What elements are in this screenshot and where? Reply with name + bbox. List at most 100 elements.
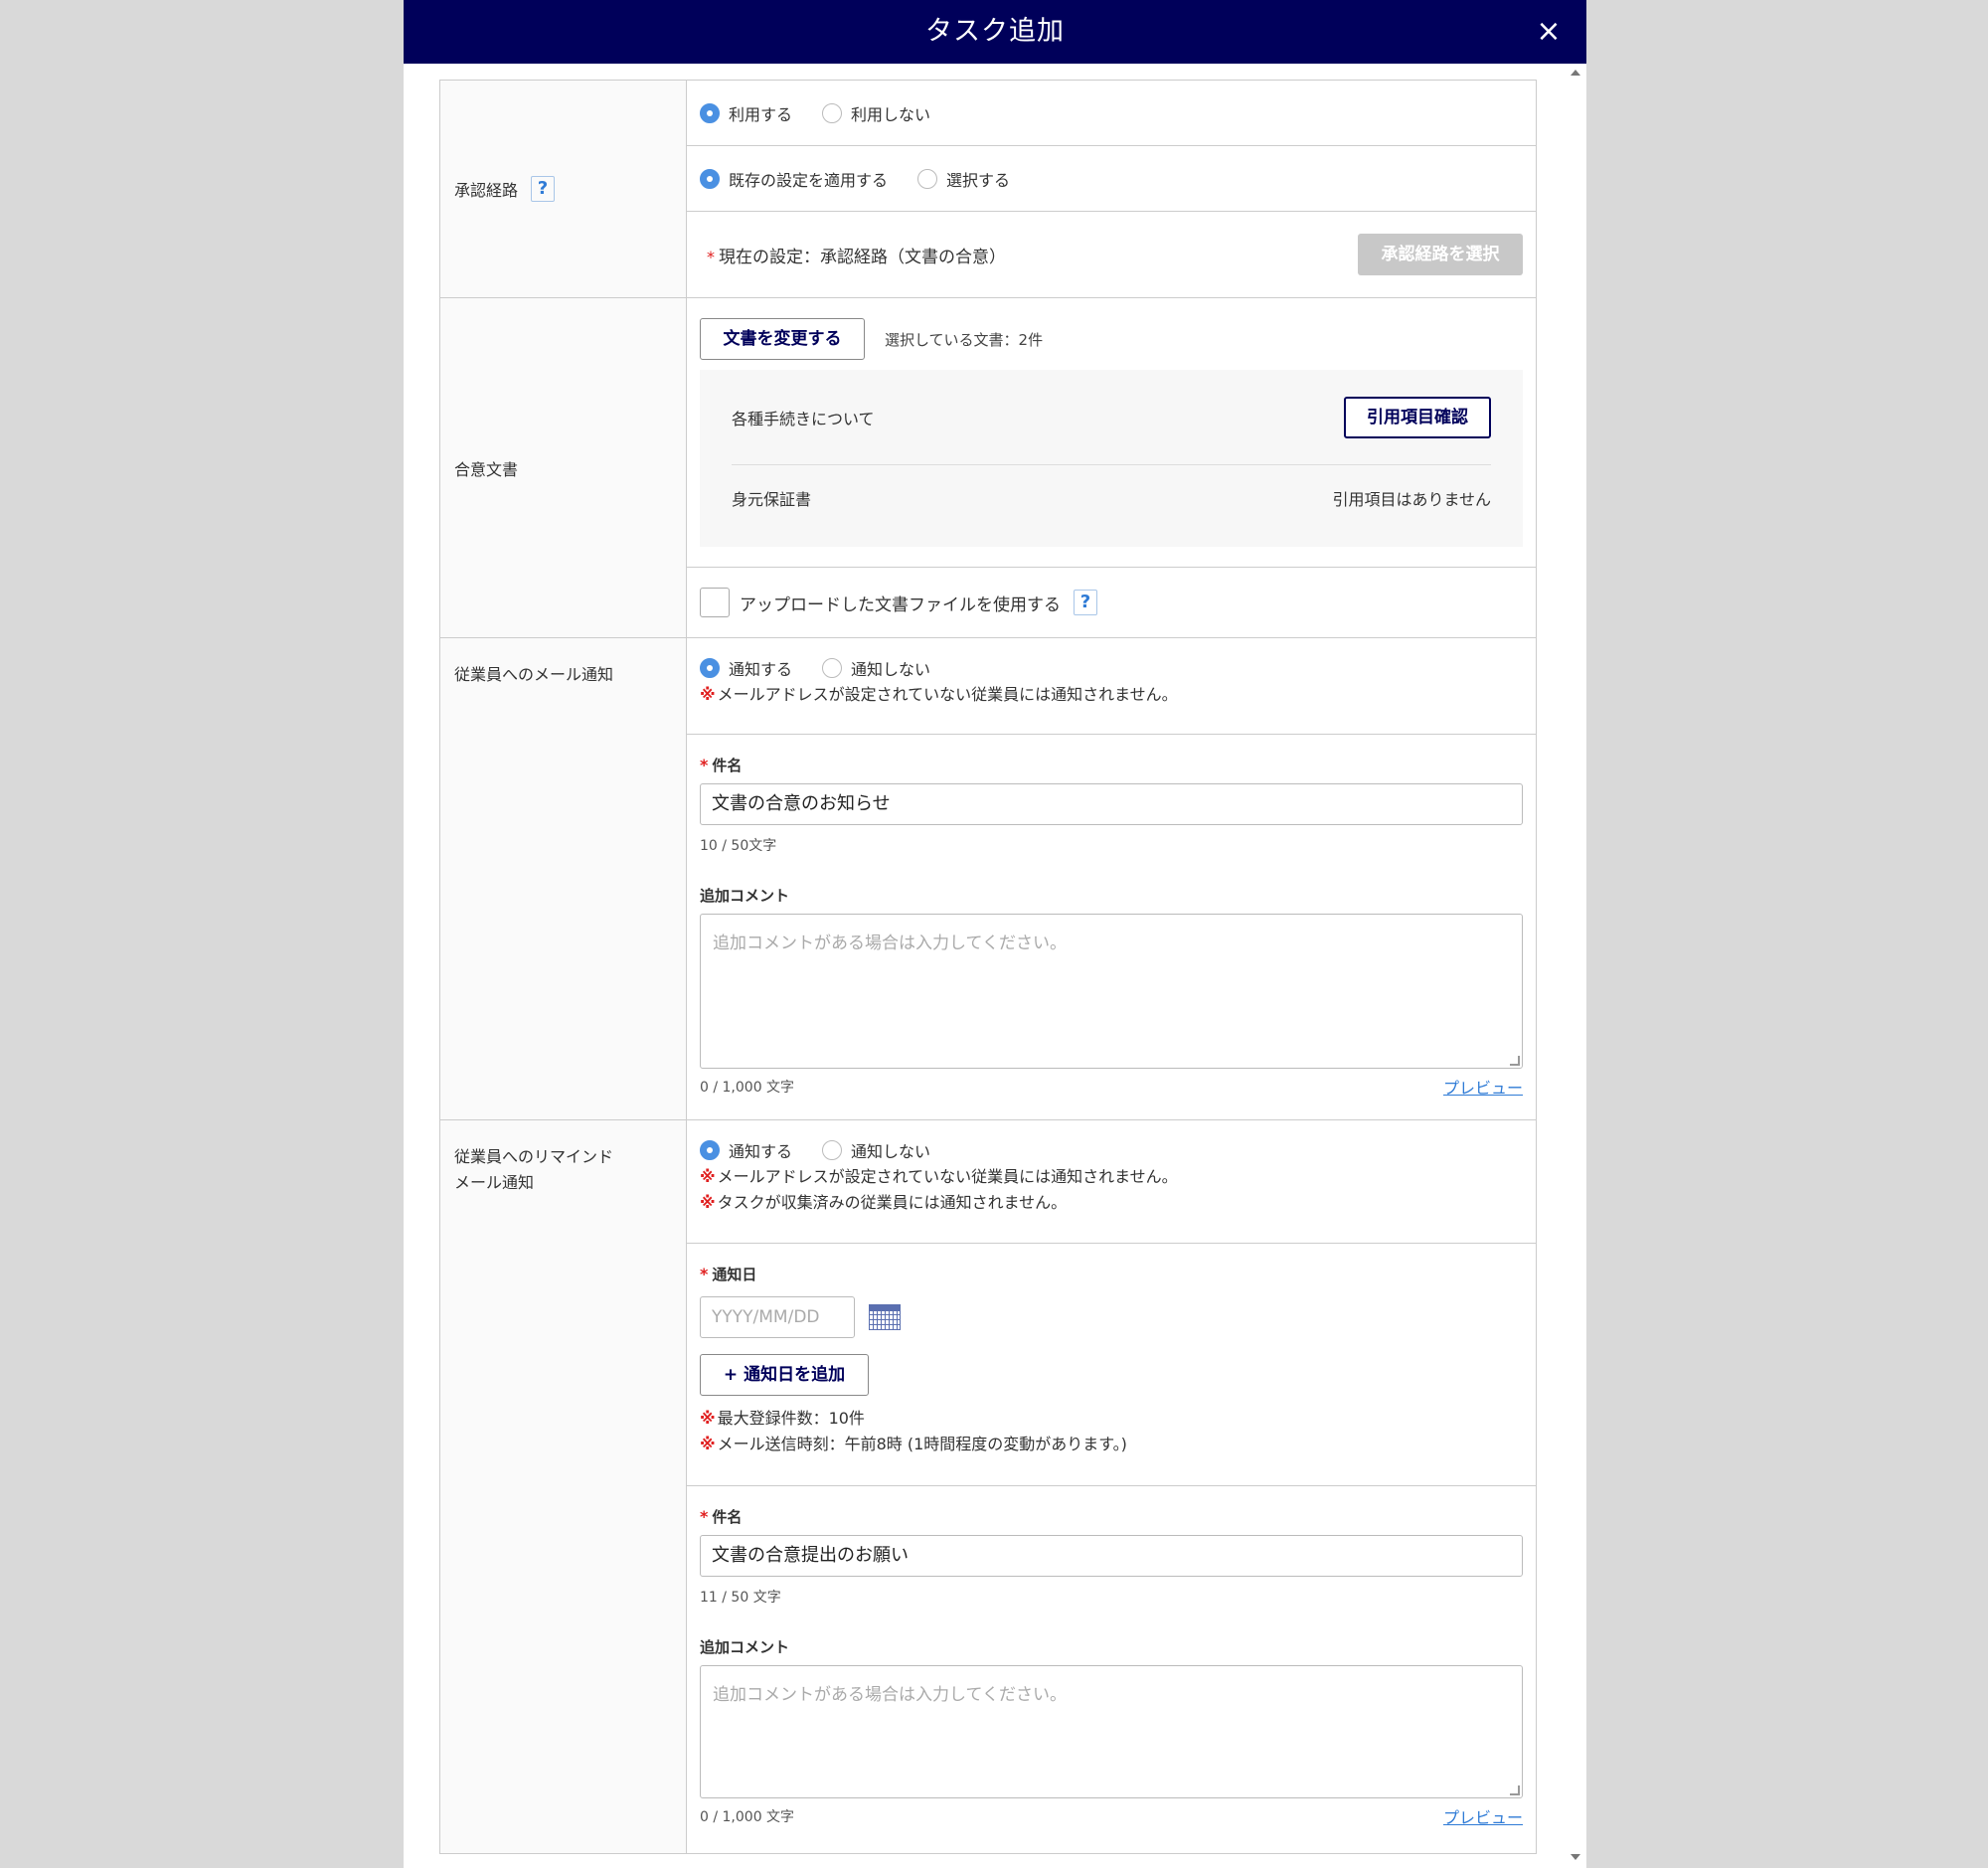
reminder-mail-values: 通知する 通知しない ※ メールアドレスが設定されていない従業員には通知されません… <box>687 1120 1536 1853</box>
notify-date-input[interactable]: YYYY/MM/DD <box>700 1296 855 1338</box>
radio-label: 選択する <box>946 170 1011 190</box>
radio-selected-icon[interactable] <box>700 168 720 189</box>
approval-route-values: 利用する 利用しない 既存の設定を適用する 選択する * 現在の設定：承認経路（… <box>687 81 1536 297</box>
note-text: メールアドレスが設定されていない従業員には通知されません。 <box>717 685 1178 704</box>
note-text: 最大登録件数：10件 <box>717 1409 865 1428</box>
mail-notify-radio[interactable]: 通知する <box>700 656 792 680</box>
note-text: メールアドレスが設定されていない従業員には通知されません。 <box>717 1167 1178 1186</box>
select-approval-route-button[interactable]: 承認経路を選択 <box>1358 234 1523 275</box>
current-setting-text: 現在の設定：承認経路（文書の合意） <box>719 247 1006 267</box>
required-mark: * <box>700 1507 709 1526</box>
resize-handle-icon[interactable] <box>1510 1785 1520 1795</box>
reminder-note-2: ※ タスクが収集済みの従業員には通知されません。 <box>700 1190 1523 1216</box>
comment-placeholder: 追加コメントがある場合は入力してください。 <box>713 934 1067 953</box>
mail-notification-row: 従業員へのメール通知 通知する 通知しない ※ メールアドレスが設定されていない… <box>440 638 1536 1120</box>
approval-help-icon[interactable]: ? <box>531 176 556 202</box>
note-mark: ※ <box>700 1193 716 1212</box>
radio-label: 既存の設定を適用する <box>729 170 889 190</box>
note-text: タスクが収集済みの従業員には通知されません。 <box>717 1193 1068 1212</box>
mail-notification-label: 従業員へのメール通知 <box>440 638 687 1119</box>
reminder-note-1: ※ メールアドレスが設定されていない従業員には通知されません。 <box>700 1164 1523 1190</box>
radio-unselected-icon[interactable] <box>822 1140 843 1160</box>
mail-notify-note: ※ メールアドレスが設定されていない従業員には通知されません。 <box>700 682 1523 708</box>
notify-date-label-text: 通知日 <box>712 1266 757 1283</box>
change-document-button[interactable]: 文書を変更する <box>700 318 865 360</box>
reminder-preview-link[interactable]: プレビュー <box>1443 1804 1523 1828</box>
use-uploaded-file-checkbox[interactable] <box>700 588 730 617</box>
approval-route-label: 承認経路 ? <box>440 81 687 297</box>
radio-unselected-icon[interactable] <box>917 168 938 189</box>
reminder-mail-row: 従業員へのリマインド メール通知 通知する 通知しない ※ メールアドレスが設定… <box>440 1120 1536 1854</box>
scroll-down-arrow-icon[interactable] <box>1571 1854 1580 1860</box>
preview-link[interactable]: プレビュー <box>1443 1075 1523 1099</box>
upload-help-icon[interactable]: ? <box>1074 590 1097 615</box>
radio-label: 通知する <box>729 1142 793 1161</box>
calendar-icon[interactable] <box>869 1304 901 1330</box>
required-mark: * <box>707 247 715 266</box>
subject-input[interactable]: 文書の合意のお知らせ <box>700 783 1523 825</box>
reminder-not-notify-radio[interactable]: 通知しない <box>822 1138 930 1162</box>
close-icon[interactable]: × <box>1531 14 1567 50</box>
task-form: 承認経路 ? 利用する 利用しない 既存の設定を適用する 選択する * 現在の設… <box>439 80 1537 1854</box>
radio-label: 利用する <box>729 104 793 124</box>
document-list: 各種手続きについて 引用項目確認 身元保証書 引用項目はありません <box>700 370 1523 547</box>
subject-char-count: 10 / 50文字 <box>700 838 777 854</box>
note-mark: ※ <box>700 685 716 704</box>
reminder-notify-radios: 通知する 通知しない <box>700 1138 1523 1162</box>
scroll-up-arrow-icon[interactable] <box>1571 70 1580 76</box>
approval-use-radio[interactable]: 利用する <box>700 101 792 125</box>
mail-notify-radios: 通知する 通知しない <box>700 656 1523 680</box>
reminder-subject-char-count: 11 / 50 文字 <box>700 1590 781 1606</box>
radio-label: 通知しない <box>851 1142 931 1161</box>
approval-not-use-radio[interactable]: 利用しない <box>822 101 930 125</box>
reminder-comment-label: 追加コメント <box>700 1638 790 1656</box>
subject-label-text: 件名 <box>712 1508 743 1526</box>
current-setting-section: * 現在の設定：承認経路（文書の合意） 承認経路を選択 <box>687 212 1536 297</box>
subject-label-text: 件名 <box>712 757 743 774</box>
approval-setting-section: 既存の設定を適用する 選択する <box>687 146 1536 212</box>
radio-label: 通知しない <box>851 660 931 679</box>
approval-use-radios: 利用する 利用しない <box>700 101 960 125</box>
resize-handle-icon[interactable] <box>1510 1056 1520 1066</box>
approval-setting-radios: 既存の設定を適用する 選択する <box>700 167 1040 191</box>
radio-selected-icon[interactable] <box>700 658 720 678</box>
reminder-comment-char-count: 0 / 1,000 文字 <box>700 1809 795 1825</box>
reminder-notify-radio[interactable]: 通知する <box>700 1138 792 1162</box>
comment-char-count: 0 / 1,000 文字 <box>700 1080 795 1096</box>
reminder-label-line2: メール通知 <box>454 1173 535 1192</box>
reminder-content-section: * 件名 文書の合意提出のお願い 11 / 50 文字 追加コメント 追加コメント… <box>687 1486 1536 1853</box>
required-mark: * <box>700 1265 709 1283</box>
add-notify-date-button[interactable]: + 通知日を追加 <box>700 1354 869 1396</box>
reminder-label-line1: 従業員へのリマインド <box>454 1147 614 1166</box>
reminder-subject-label: * 件名 <box>700 1506 1523 1527</box>
no-citation-text: 引用項目はありません <box>1332 490 1491 509</box>
check-citation-button[interactable]: 引用項目確認 <box>1344 396 1491 438</box>
radio-unselected-icon[interactable] <box>822 102 843 123</box>
radio-selected-icon[interactable] <box>700 102 720 123</box>
apply-existing-radio[interactable]: 既存の設定を適用する <box>700 167 888 191</box>
send-time-note: ※ メール送信時刻：午前8時 (1時間程度の変動があります。) <box>700 1432 1523 1457</box>
modal-header: タスク追加 × <box>404 0 1586 64</box>
subject-label: * 件名 <box>700 755 1523 775</box>
radio-unselected-icon[interactable] <box>822 658 843 678</box>
reminder-subject-input[interactable]: 文書の合意提出のお願い <box>700 1535 1523 1577</box>
radio-selected-icon[interactable] <box>700 1140 720 1160</box>
agreement-document-label: 合意文書 <box>440 298 687 637</box>
document-item: 身元保証書 引用項目はありません <box>732 465 1491 531</box>
mail-not-notify-radio[interactable]: 通知しない <box>822 656 930 680</box>
reminder-comment-textarea[interactable]: 追加コメントがある場合は入力してください。 <box>700 1665 1523 1798</box>
note-text: メール送信時刻：午前8時 (1時間程度の変動があります。) <box>717 1435 1127 1453</box>
comment-label: 追加コメント <box>700 887 790 905</box>
reminder-notify-section: 通知する 通知しない ※ メールアドレスが設定されていない従業員には通知されません… <box>687 1120 1536 1244</box>
document-name: 各種手続きについて <box>732 409 875 428</box>
note-mark: ※ <box>700 1409 716 1428</box>
add-notify-date-label: 通知日を追加 <box>744 1365 846 1385</box>
document-name: 身元保証書 <box>732 490 812 509</box>
plus-icon: + <box>723 1365 739 1385</box>
select-route-radio[interactable]: 選択する <box>917 167 1010 191</box>
agreement-document-row: 合意文書 文書を変更する 選択している文書：2件 各種手続きについて 引用項目確… <box>440 298 1536 638</box>
current-setting: * 現在の設定：承認経路（文書の合意） <box>707 243 1006 267</box>
radio-label: 通知する <box>729 660 793 679</box>
comment-textarea[interactable]: 追加コメントがある場合は入力してください。 <box>700 914 1523 1069</box>
approval-route-row: 承認経路 ? 利用する 利用しない 既存の設定を適用する 選択する * 現在の設… <box>440 81 1536 298</box>
